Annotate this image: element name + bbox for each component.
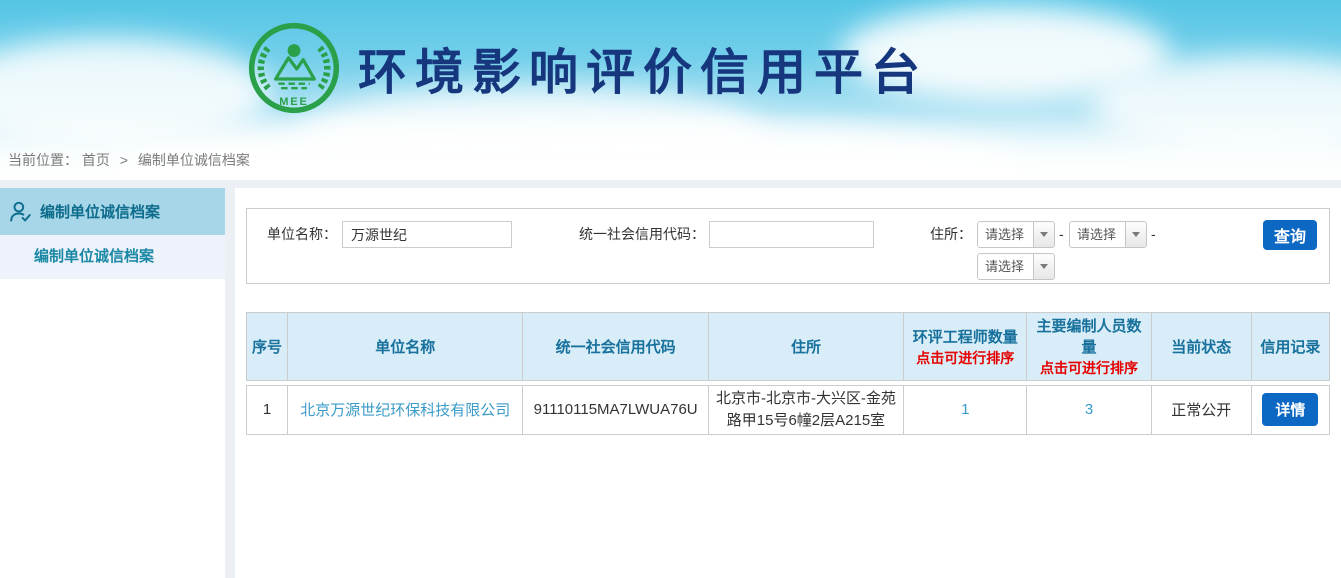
table-header-row: 序号 单位名称 统一社会信用代码 住所 环评工程师数量 点击可进行排序 主要编制… (246, 312, 1330, 381)
user-check-icon (8, 199, 34, 225)
city-select-value: 请选择 (1070, 222, 1125, 247)
cell-seq: 1 (246, 385, 288, 435)
header-status: 当前状态 (1152, 312, 1252, 381)
breadcrumb-prefix: 当前位置： (8, 152, 78, 168)
header-staff-count-sortable[interactable]: 主要编制人员数量 点击可进行排序 (1027, 312, 1151, 381)
page-title: 环境影响评价信用平台 (358, 33, 928, 104)
sidebar-item-label: 编制单位诚信档案 (40, 201, 160, 222)
breadcrumb-current: 编制单位诚信档案 (138, 152, 250, 168)
page-header: MEE 环境影响评价信用平台 当前位置： 首页 > 编制单位诚信档案 (0, 0, 1341, 180)
search-panel: 单位名称： 统一社会信用代码： 住所： 请选择 - 请选择 - 请选择 查询 (246, 208, 1330, 284)
main-area: 编制单位诚信档案 编制单位诚信档案 单位名称： 统一社会信用代码： 住所： 请选… (0, 188, 1341, 578)
brand: MEE 环境影响评价信用平台 (248, 22, 928, 114)
address-dash: - (1151, 221, 1156, 248)
sidebar-subitem-unit-credit-archive[interactable]: 编制单位诚信档案 (0, 235, 225, 279)
cell-status: 正常公开 (1152, 385, 1252, 435)
engineer-count-link[interactable]: 1 (961, 401, 969, 418)
sidebar: 编制单位诚信档案 编制单位诚信档案 (0, 188, 225, 578)
header-seq: 序号 (246, 312, 288, 381)
district-select[interactable]: 请选择 (977, 253, 1055, 280)
header-address: 住所 (709, 312, 904, 381)
sort-hint[interactable]: 点击可进行排序 (1031, 358, 1146, 378)
header-credit-code: 统一社会信用代码 (523, 312, 708, 381)
address-dash: - (1059, 221, 1064, 248)
unit-name-input[interactable] (342, 221, 512, 248)
header-divider (0, 180, 1341, 188)
chevron-down-icon[interactable] (1033, 254, 1054, 279)
province-select-value: 请选择 (978, 222, 1033, 247)
sidebar-content-divider (225, 188, 235, 578)
table-row: 1 北京万源世纪环保科技有限公司 91110115MA7LWUA76U 北京市-… (246, 385, 1330, 435)
province-select[interactable]: 请选择 (977, 221, 1055, 248)
content-area: 单位名称： 统一社会信用代码： 住所： 请选择 - 请选择 - 请选择 查询 (235, 188, 1341, 578)
district-select-value: 请选择 (978, 254, 1033, 279)
header-engineer-count-sortable[interactable]: 环评工程师数量 点击可进行排序 (904, 312, 1027, 381)
detail-button[interactable]: 详情 (1262, 393, 1318, 426)
city-select[interactable]: 请选择 (1069, 221, 1147, 248)
sidebar-subitem-label: 编制单位诚信档案 (34, 248, 154, 265)
results-table: 序号 单位名称 统一社会信用代码 住所 环评工程师数量 点击可进行排序 主要编制… (246, 308, 1330, 439)
company-name-link[interactable]: 北京万源世纪环保科技有限公司 (300, 402, 510, 419)
breadcrumb-home-link[interactable]: 首页 (82, 152, 110, 168)
chevron-down-icon[interactable] (1033, 222, 1054, 247)
address-label: 住所： (930, 221, 972, 248)
staff-count-link[interactable]: 3 (1085, 401, 1093, 418)
header-unit-name: 单位名称 (288, 312, 523, 381)
credit-code-label: 统一社会信用代码： (577, 221, 705, 248)
query-button[interactable]: 查询 (1263, 220, 1317, 250)
sidebar-item-unit-credit-archive[interactable]: 编制单位诚信档案 (0, 188, 225, 235)
cell-address: 北京市-北京市-大兴区-金苑路甲15号6幢2层A215室 (709, 385, 904, 435)
cell-credit-code: 91110115MA7LWUA76U (523, 385, 708, 435)
sort-hint[interactable]: 点击可进行排序 (908, 348, 1022, 368)
header-staff-count-label: 主要编制人员数量 (1036, 318, 1141, 356)
breadcrumb: 当前位置： 首页 > 编制单位诚信档案 (8, 150, 250, 170)
svg-text:MEE: MEE (279, 96, 308, 108)
chevron-down-icon[interactable] (1125, 222, 1146, 247)
mee-logo-icon: MEE (248, 22, 340, 114)
header-engineer-count-label: 环评工程师数量 (913, 329, 1018, 346)
unit-name-label: 单位名称： (267, 221, 337, 248)
credit-code-input[interactable] (709, 221, 874, 248)
header-credit-record: 信用记录 (1252, 312, 1330, 381)
breadcrumb-separator: > (120, 152, 128, 168)
